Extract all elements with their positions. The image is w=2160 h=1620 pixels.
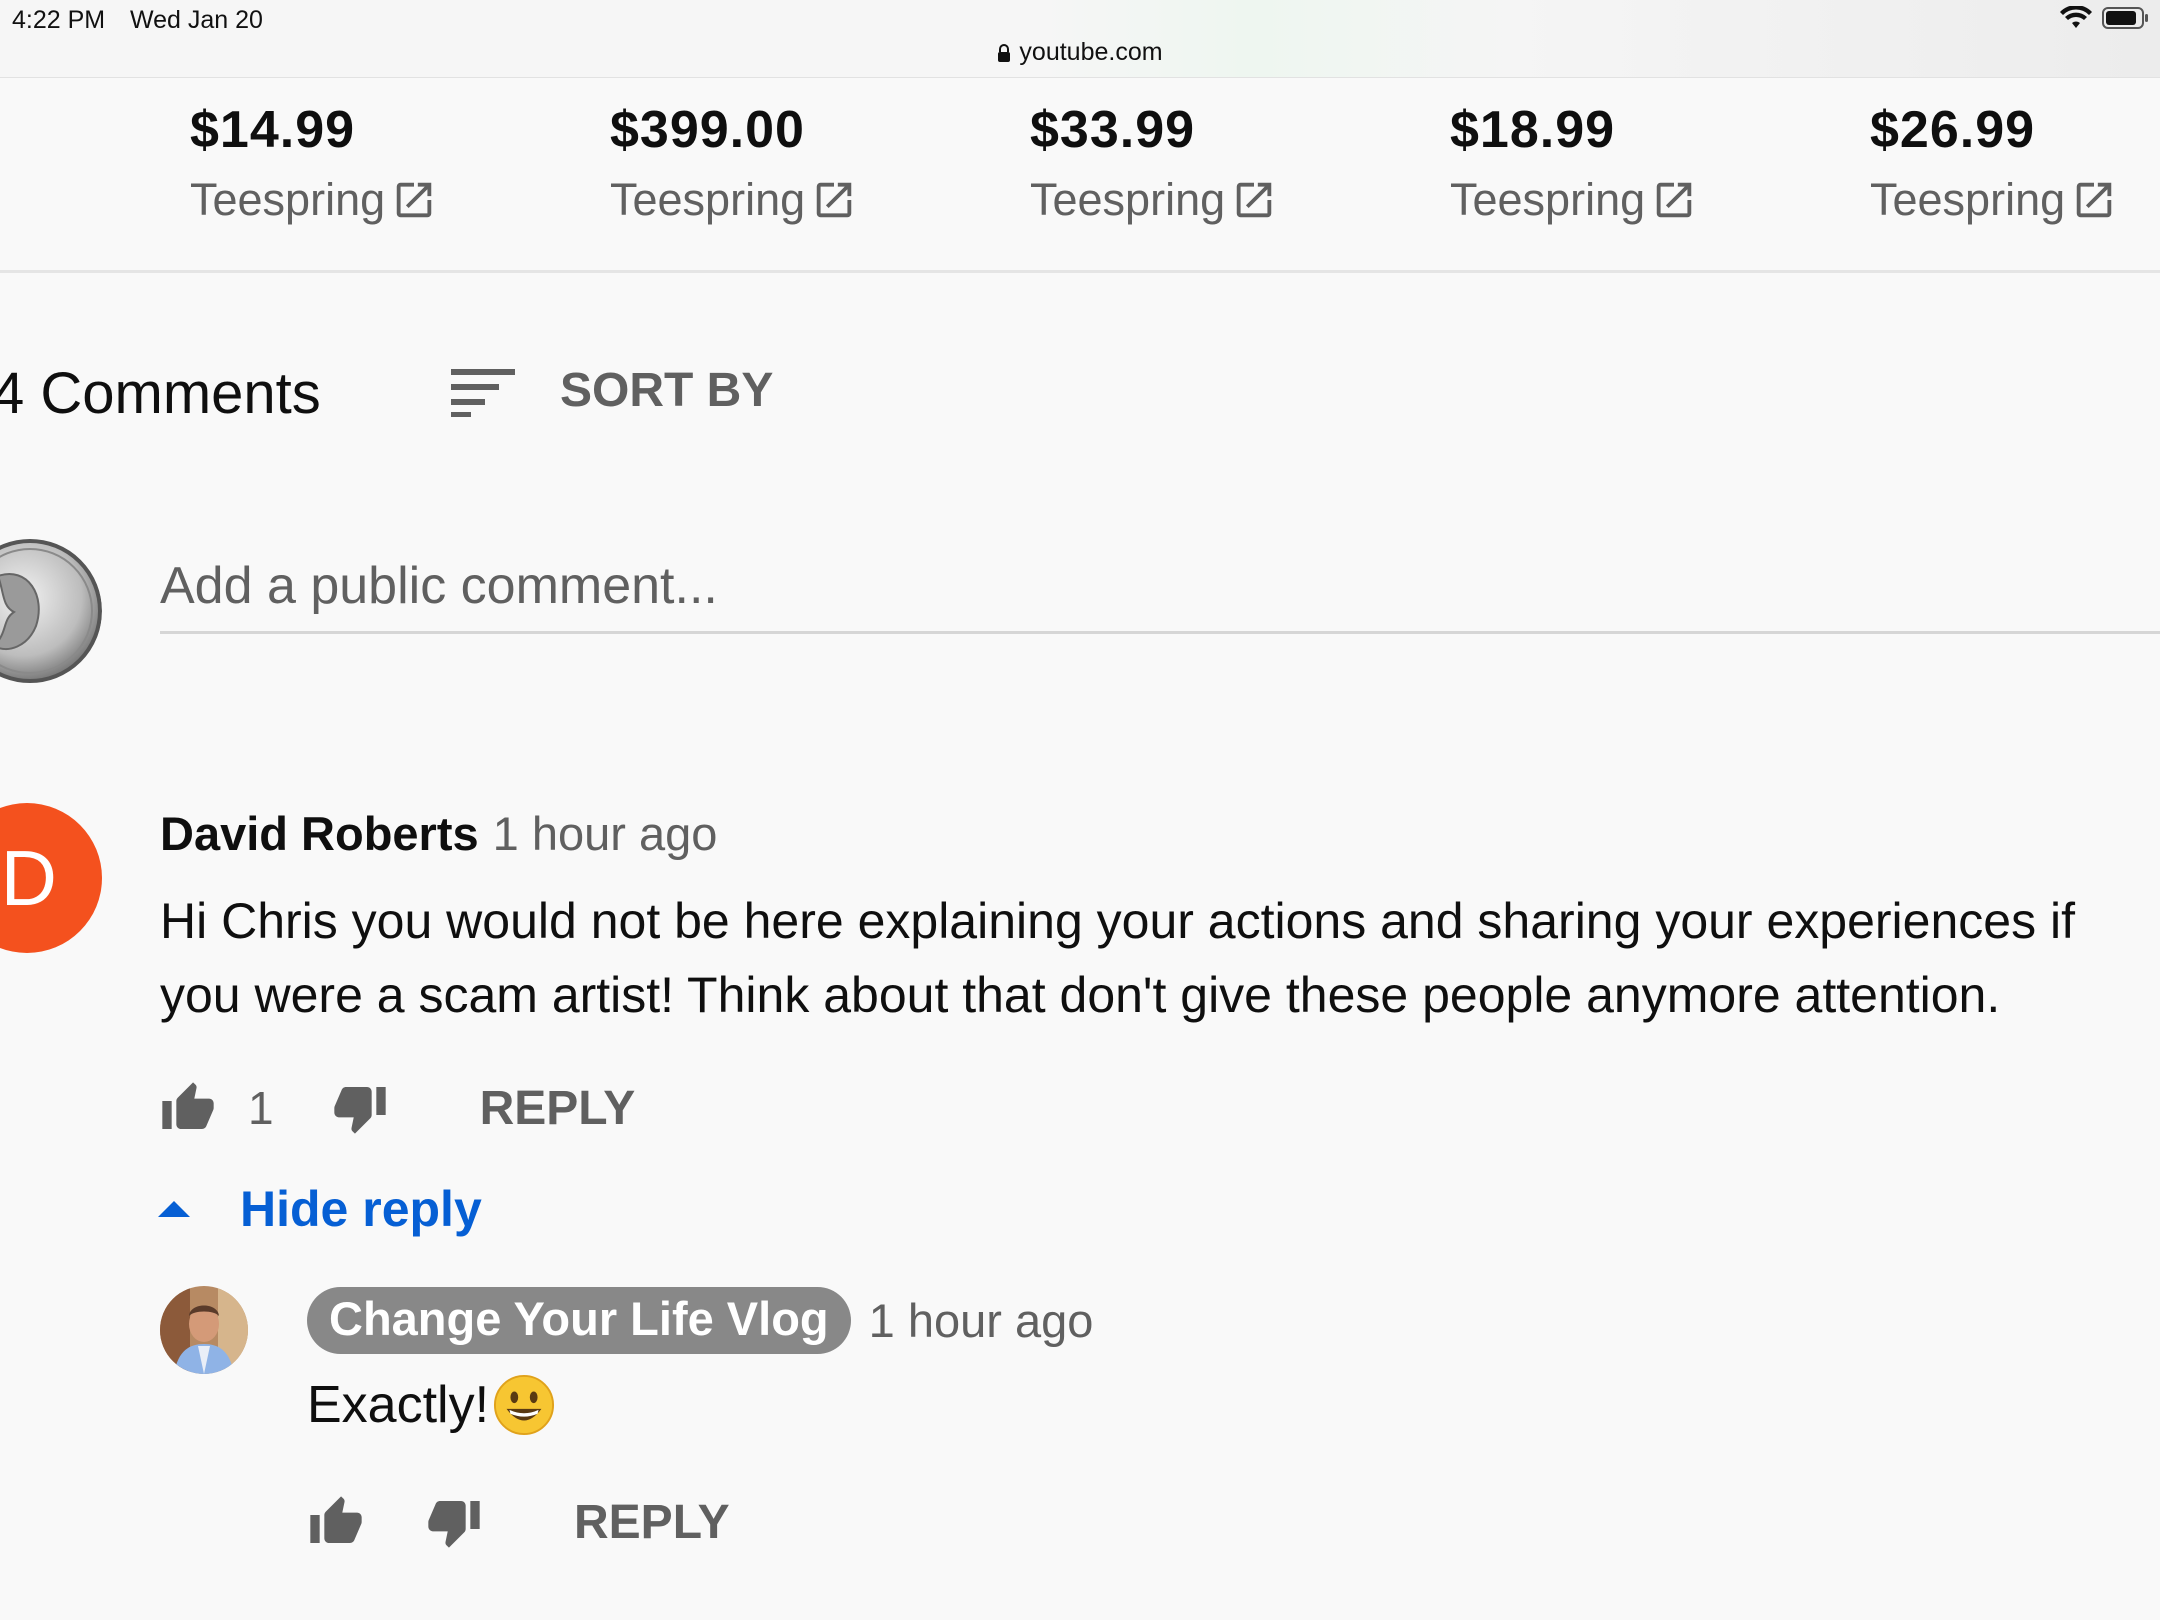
comment-author[interactable]: David Roberts xyxy=(160,807,479,860)
sort-icon xyxy=(451,368,515,417)
merch-store-name: Teespring xyxy=(610,174,806,225)
external-link-icon xyxy=(396,182,432,218)
merch-store-name: Teespring xyxy=(1030,174,1226,225)
dislike-icon xyxy=(428,1501,480,1548)
merch-store-link[interactable]: Teespring xyxy=(1450,174,1697,226)
reply-text-content: Exactly! xyxy=(307,1376,490,1434)
reply-reply-button[interactable]: REPLY xyxy=(574,1495,730,1550)
sort-by-button[interactable]: SORT BY xyxy=(448,363,773,418)
reply-time[interactable]: 1 hour ago xyxy=(869,1293,1094,1348)
merch-price: $26.99 xyxy=(1870,101,2036,159)
merch-price: $14.99 xyxy=(190,101,356,159)
sort-by-label: SORT BY xyxy=(560,364,774,417)
grinning-emoji-icon xyxy=(494,1374,555,1436)
like-button[interactable] xyxy=(158,1078,218,1138)
merch-item[interactable]: $26.99 Teespring xyxy=(1870,100,2117,226)
merch-store-link[interactable]: Teespring xyxy=(610,174,857,226)
reply-like-button[interactable] xyxy=(306,1492,366,1552)
url-text: youtube.com xyxy=(1019,38,1163,66)
wifi-icon xyxy=(2060,6,2092,28)
reply-dislike-button[interactable] xyxy=(424,1492,484,1552)
merch-price: $399.00 xyxy=(610,101,805,159)
comment-header: David Roberts 1 hour ago xyxy=(160,806,717,861)
reply-text: Exactly! xyxy=(307,1374,555,1436)
external-link-icon xyxy=(816,182,852,218)
dislike-button[interactable] xyxy=(330,1078,390,1138)
coin-avatar-image xyxy=(0,539,102,683)
reply-header: Change Your Life Vlog 1 hour ago xyxy=(307,1287,1093,1354)
comment-text: Hi Chris you would not be here explainin… xyxy=(160,893,2075,1023)
reply-actions: REPLY xyxy=(306,1492,730,1552)
merch-store-name: Teespring xyxy=(1870,174,2066,225)
user-avatar[interactable] xyxy=(0,536,102,686)
external-link-icon xyxy=(2076,182,2112,218)
channel-owner-chip[interactable]: Change Your Life Vlog xyxy=(307,1287,851,1354)
merch-price: $33.99 xyxy=(1030,101,1196,159)
merch-item[interactable]: $399.00 Teespring xyxy=(610,100,857,226)
merch-store-link[interactable]: Teespring xyxy=(1030,174,1277,226)
hide-reply-label: Hide reply xyxy=(240,1181,482,1237)
avatar-letter: D xyxy=(0,833,57,922)
merch-item[interactable]: $14.99 Teespring xyxy=(190,100,437,226)
external-link-icon xyxy=(1236,182,1272,218)
external-link-icon xyxy=(1656,182,1692,218)
merch-store-link[interactable]: Teespring xyxy=(190,174,437,226)
merch-store-name: Teespring xyxy=(190,174,386,225)
channel-avatar-image xyxy=(160,1286,248,1374)
comment-time[interactable]: 1 hour ago xyxy=(493,807,718,860)
like-icon xyxy=(162,1082,214,1129)
status-time: 4:22 PM xyxy=(12,6,106,34)
lock-icon xyxy=(998,44,1011,62)
like-count: 1 xyxy=(248,1082,274,1134)
merch-store-link[interactable]: Teespring xyxy=(1870,174,2117,226)
address-bar[interactable]: youtube.com xyxy=(0,38,2160,67)
battery-icon xyxy=(2102,7,2148,29)
caret-up-icon xyxy=(158,1201,190,1217)
merch-shelf: $14.99 Teespring $399.00 Teespring $33.9… xyxy=(0,78,2160,273)
merch-item[interactable]: $33.99 Teespring xyxy=(1030,100,1277,226)
status-indicators xyxy=(2060,6,2150,30)
merch-item[interactable]: $18.99 Teespring xyxy=(1450,100,1697,226)
hide-reply-toggle[interactable]: Hide reply xyxy=(158,1180,482,1238)
like-icon xyxy=(310,1496,362,1543)
comment-actions: 1 REPLY xyxy=(158,1078,635,1138)
commenter-avatar[interactable]: D xyxy=(0,803,102,953)
merch-store-name: Teespring xyxy=(1450,174,1646,225)
browser-top-bar: 4:22 PM Wed Jan 20 youtube.com xyxy=(0,0,2160,78)
dislike-icon xyxy=(333,1087,386,1134)
page: 4:22 PM Wed Jan 20 youtube.com $14.99 Te… xyxy=(0,0,2160,1620)
merch-price: $18.99 xyxy=(1450,101,1616,159)
status-date: Wed Jan 20 xyxy=(130,6,263,34)
reply-author-avatar[interactable] xyxy=(160,1286,248,1374)
comments-count: 4 Comments xyxy=(0,361,321,426)
add-comment-input[interactable] xyxy=(160,540,2160,634)
reply-button[interactable]: REPLY xyxy=(480,1081,636,1136)
